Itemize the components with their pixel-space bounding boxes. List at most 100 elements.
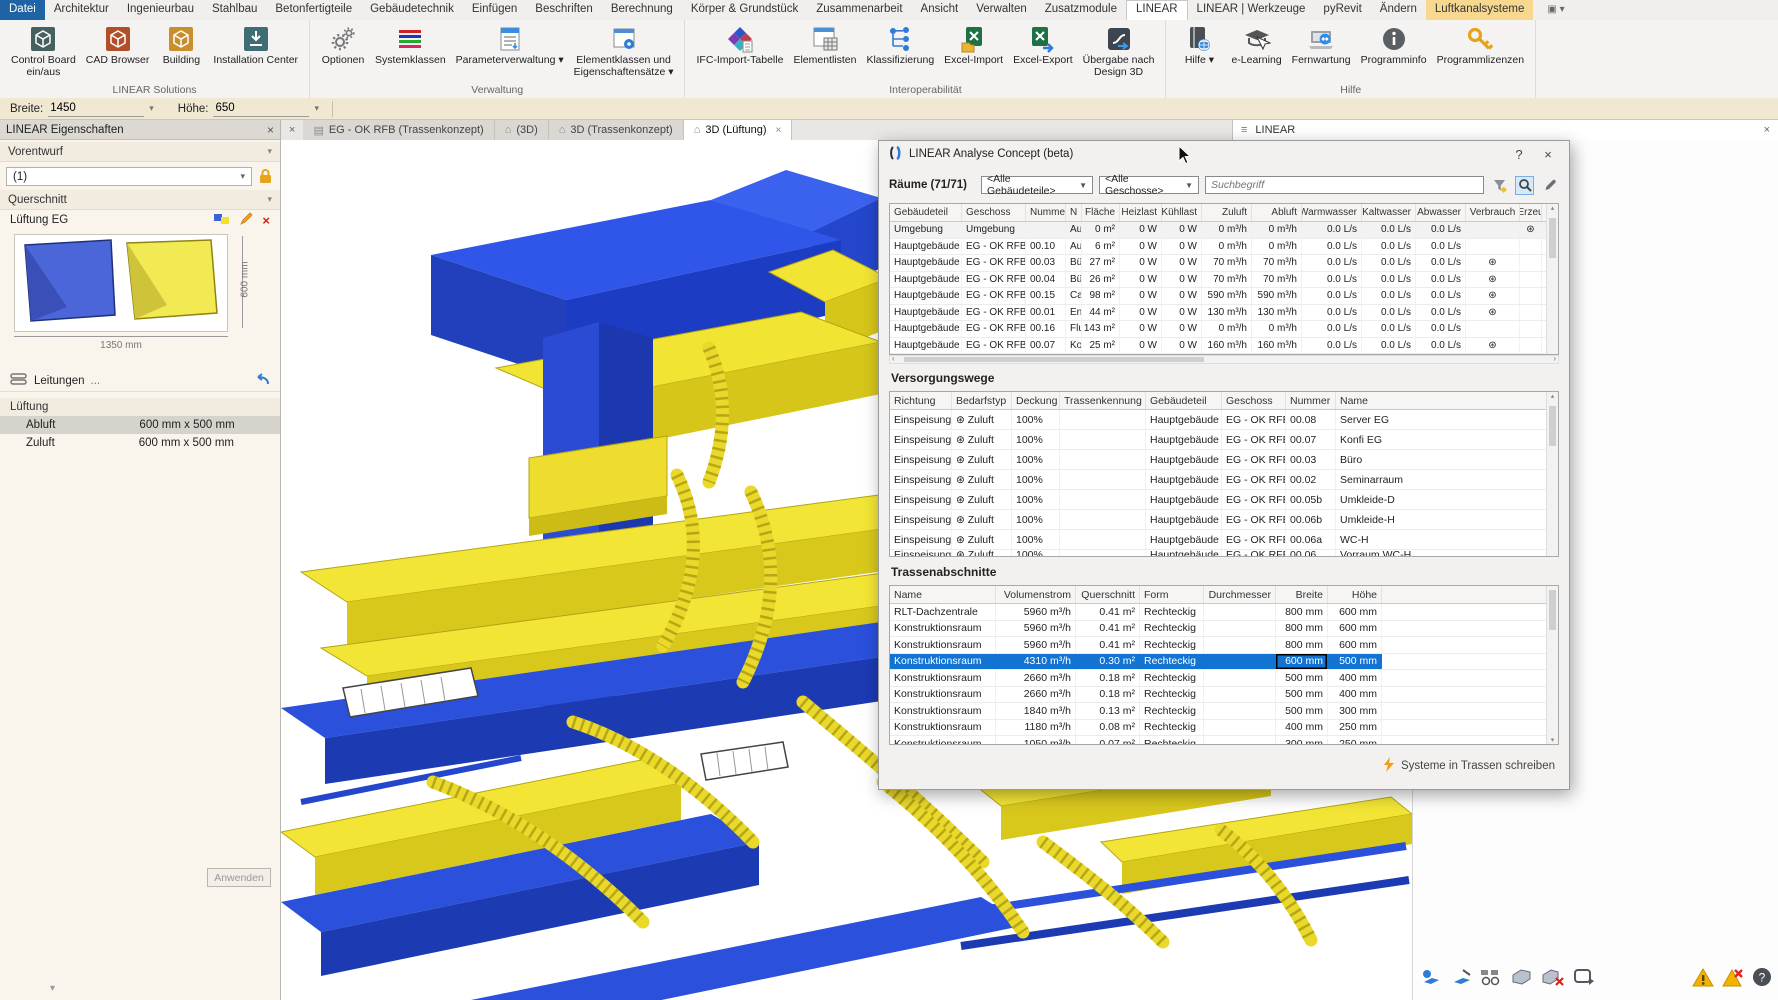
column-header-kaltwasser[interactable]: Kaltwasser [1362, 204, 1416, 221]
table-row[interactable]: HauptgebäudeEG - OK RFB00.10Au6 m²0 W0 W… [890, 239, 1547, 256]
ribbon-button-elementklassen-und[interactable]: Elementklassen und Eigenschaftensätze ▾ [569, 22, 679, 79]
table-row[interactable]: HauptgebäudeEG - OK RFB00.07Ko25 m²0 W0 … [890, 338, 1547, 355]
column-header-fläche[interactable]: Fläche [1082, 204, 1120, 221]
table-row[interactable]: HauptgebäudeEG - OK RFB00.16Flu143 m²0 W… [890, 321, 1547, 338]
table-row[interactable]: Einspeisung⊛ Zuluft100%HauptgebäudeEG - … [890, 510, 1547, 530]
search-magnifier-icon[interactable] [1515, 176, 1534, 195]
ribbon-button-building[interactable]: Building [154, 22, 208, 68]
search-input[interactable] [1205, 176, 1484, 194]
duct-delete-icon[interactable] [1541, 967, 1565, 992]
gebaeudeteile-filter-select[interactable]: <Alle Gebäudeteile>▼ [981, 176, 1093, 194]
panel-header[interactable]: LINEAR Eigenschaften × [0, 120, 280, 140]
view-tab-3d[interactable]: ⌂(3D) [495, 120, 549, 140]
dock-menu-icon[interactable]: ≡ [1241, 124, 1247, 136]
apply-button[interactable]: Anwenden [207, 868, 271, 887]
ribbon-tab-zusatzmodule[interactable]: Zusatzmodule [1036, 0, 1126, 20]
table-row[interactable]: Einspeisung⊛ Zuluft100%HauptgebäudeEG - … [890, 450, 1547, 470]
filter-funnel-icon[interactable] [1490, 176, 1509, 195]
swap-colors-icon[interactable] [213, 212, 231, 229]
section-querschnitt[interactable]: Querschnitt ▾ [0, 190, 280, 210]
ribbon-tab-ansicht[interactable]: Ansicht [912, 0, 968, 20]
column-header-geschoss[interactable]: Geschoss [962, 204, 1026, 221]
ribbon-tab-gebäudetechnik[interactable]: Gebäudetechnik [361, 0, 463, 20]
column-header-volumenstrom[interactable]: Volumenstrom [996, 586, 1076, 603]
table-row[interactable]: HauptgebäudeEG - OK RFB00.03Bü27 m²0 W0 … [890, 255, 1547, 272]
table-row[interactable]: Einspeisung⊛ Zuluft100%HauptgebäudeEG - … [890, 490, 1547, 510]
table-row[interactable]: HauptgebäudeEG - OK RFB00.01En44 m²0 W0 … [890, 305, 1547, 322]
column-header-durchmesser[interactable]: Durchmesser [1204, 586, 1276, 603]
column-header-zuluft[interactable]: Zuluft [1202, 204, 1252, 221]
undo-arrow-icon[interactable] [254, 373, 270, 389]
panel-scroll-indicator[interactable]: ▾ [50, 983, 55, 994]
variant-select[interactable]: (1) ▾ [6, 167, 252, 186]
ribbon-tab-betonfertigteile[interactable]: Betonfertigteile [266, 0, 361, 20]
table-row[interactable]: Konstruktionsraum5960 m³/h0.41 m²Rechtec… [890, 621, 1547, 638]
ribbon-button-elementlisten[interactable]: Elementlisten [788, 22, 861, 68]
table-row[interactable]: Einspeisung⊛ Zuluft100%HauptgebäudeEG - … [890, 550, 1547, 557]
view-tab-eg-ok-rfb-trassenkonzept[interactable]: ▤EG - OK RFB (Trassenkonzept) [303, 120, 494, 140]
column-header-erzeu[interactable]: Erzeu [1520, 204, 1542, 221]
ribbon-tab-beschriften[interactable]: Beschriften [526, 0, 602, 20]
ribbon-button-parameterverwaltung[interactable]: Parameterverwaltung ▾ [451, 22, 569, 68]
error-icon[interactable] [1722, 967, 1744, 992]
ribbon-tab-ändern[interactable]: Ändern [1371, 0, 1426, 20]
table-row[interactable]: Konstruktionsraum4310 m³/h0.30 m²Rechtec… [890, 654, 1547, 671]
warning-icon[interactable] [1692, 967, 1714, 992]
ribbon-button-fernwartung[interactable]: Fernwartung [1287, 22, 1356, 68]
ribbon-tab-luftkanalsysteme[interactable]: Luftkanalsysteme [1426, 0, 1534, 20]
geschosse-filter-select[interactable]: <Alle Geschosse>▼ [1099, 176, 1199, 194]
edit-pencil-icon[interactable] [239, 211, 254, 229]
table-row[interactable]: Einspeisung⊛ Zuluft100%HauptgebäudeEG - … [890, 410, 1547, 430]
dialog-help-button[interactable]: ? [1508, 147, 1530, 162]
horizontal-scrollbar[interactable]: ‹› [889, 355, 1559, 364]
column-header-abwasser[interactable]: Abwasser [1416, 204, 1466, 221]
duct-update-icon[interactable] [1572, 967, 1596, 992]
vertical-scrollbar[interactable]: ▴ [1546, 392, 1558, 556]
column-header-name[interactable]: Name [890, 586, 996, 603]
leitungen-row[interactable]: Leitungen ... [0, 370, 280, 392]
column-header-verbrauch[interactable]: Verbrauch [1466, 204, 1520, 221]
ribbon-display-options-icon[interactable]: ▣ ▾ [1547, 0, 1564, 20]
breite-dropdown-icon[interactable]: ▾ [149, 103, 154, 114]
ribbon-tab-linear[interactable]: LINEAR [1126, 0, 1188, 20]
ribbon-button-excel-import[interactable]: Excel-Import [939, 22, 1008, 68]
ribbon-button-excel-export[interactable]: Excel-Export [1008, 22, 1078, 68]
ribbon-tab-einfügen[interactable]: Einfügen [463, 0, 526, 20]
column-header-gebäudeteil[interactable]: Gebäudeteil [1146, 392, 1222, 409]
ribbon-tab-zusammenarbeit[interactable]: Zusammenarbeit [807, 0, 911, 20]
ribbon-tab-architektur[interactable]: Architektur [45, 0, 118, 20]
ribbon-tab-datei[interactable]: Datei [0, 0, 45, 20]
ribbon-button-e-learning[interactable]: e-Learning [1226, 22, 1286, 68]
close-views-icon[interactable]: × [281, 120, 303, 140]
duct-row-zuluft[interactable]: Zuluft600 mm x 500 mm [0, 434, 280, 452]
ribbon-tab-linear-werkzeuge[interactable]: LINEAR | Werkzeuge [1188, 0, 1315, 20]
duct-segment-icon[interactable] [1479, 967, 1503, 992]
duct-edit-icon[interactable] [1450, 967, 1472, 992]
table-row[interactable]: Konstruktionsraum2660 m³/h0.18 m²Rechtec… [890, 687, 1547, 704]
column-header-n[interactable]: N [1066, 204, 1082, 221]
section-vorentwurf[interactable]: Vorentwurf ▾ [0, 142, 280, 162]
column-header-nummer[interactable]: Nummer [1286, 392, 1336, 409]
table-row[interactable]: Einspeisung⊛ Zuluft100%HauptgebäudeEG - … [890, 470, 1547, 490]
column-header-heizlast[interactable]: Heizlast [1120, 204, 1162, 221]
ribbon-button-installation-center[interactable]: Installation Center [208, 22, 303, 68]
column-header-warmwasser[interactable]: Warmwasser [1302, 204, 1362, 221]
ribbon-tab-berechnung[interactable]: Berechnung [602, 0, 682, 20]
column-header-gebäudeteil[interactable]: Gebäudeteil [890, 204, 962, 221]
breite-input[interactable] [48, 101, 144, 117]
ribbon-tab-ingenieurbau[interactable]: Ingenieurbau [118, 0, 203, 20]
ribbon-button-klassifizierung[interactable]: Klassifizierung [861, 22, 939, 68]
dialog-close-button[interactable]: × [1537, 147, 1559, 162]
ribbon-button-ifc-import-tabelle[interactable]: IFC-Import-Tabelle [691, 22, 788, 68]
column-header-name[interactable]: Name [1336, 392, 1547, 409]
ribbon-button-systemklassen[interactable]: Systemklassen [370, 22, 451, 68]
view-tab-3d-trassenkonzept[interactable]: ⌂3D (Trassenkonzept) [549, 120, 684, 140]
table-row[interactable]: Konstruktionsraum5960 m³/h0.41 m²Rechtec… [890, 637, 1547, 654]
column-header-breite[interactable]: Breite [1276, 586, 1328, 603]
dock-close-icon[interactable]: × [1764, 124, 1770, 136]
column-header-richtung[interactable]: Richtung [890, 392, 952, 409]
ribbon-button-übergabe-nach[interactable]: Übergabe nach Design 3D [1078, 22, 1160, 79]
view-tab-3d-lüftung[interactable]: ⌂3D (Lüftung)× [684, 120, 793, 140]
ribbon-button-hilfe[interactable]: Hilfe ▾ [1172, 22, 1226, 68]
ribbon-button-cad-browser[interactable]: CAD Browser [81, 22, 155, 68]
